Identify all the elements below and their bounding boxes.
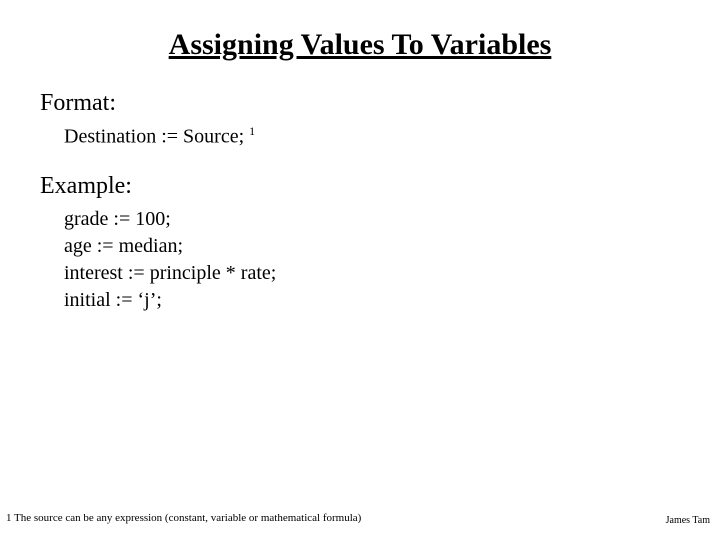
footnote: 1 The source can be any expression (cons… <box>6 512 361 524</box>
slide: Assigning Values To Variables Format: De… <box>0 0 720 540</box>
format-superscript: 1 <box>249 124 255 138</box>
example-line: age := median; <box>64 233 680 260</box>
author-credit: James Tam <box>666 515 710 526</box>
format-label: Format: <box>40 90 680 117</box>
format-line: Destination := Source; <box>64 126 244 148</box>
example-line: interest := principle * rate; <box>64 260 680 287</box>
example-line: initial := ‘j’; <box>64 287 680 314</box>
example-label: Example: <box>40 173 680 200</box>
format-block: Destination := Source; 1 <box>64 123 680 151</box>
slide-title: Assigning Values To Variables <box>40 28 680 62</box>
example-line: grade := 100; <box>64 206 680 233</box>
example-block: grade := 100; age := median; interest :=… <box>64 206 680 314</box>
